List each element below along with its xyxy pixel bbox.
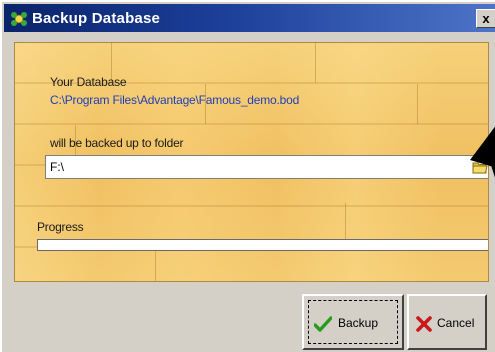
- backup-button-label: Backup: [338, 316, 379, 330]
- cancel-button[interactable]: Cancel: [407, 294, 487, 350]
- backup-button[interactable]: Backup: [302, 294, 404, 350]
- wood-seam: [417, 84, 418, 124]
- pointer-arrow-icon: [470, 126, 495, 178]
- close-button[interactable]: x: [476, 9, 495, 28]
- backup-info-panel: Your Database C:\Program Files\Advantage…: [14, 42, 489, 282]
- app-icon: [11, 12, 27, 26]
- backup-folder-field[interactable]: [45, 155, 488, 179]
- wood-seam: [315, 43, 316, 83]
- checkmark-icon: [314, 316, 332, 332]
- window-title: Backup Database: [32, 10, 161, 27]
- database-path: C:\Program Files\Advantage\Famous_demo.b…: [50, 93, 300, 107]
- backup-database-dialog: Backup Database x Your Database C:\Progr…: [0, 0, 495, 352]
- backup-folder-input[interactable]: [50, 159, 450, 175]
- cancel-button-label: Cancel: [437, 316, 475, 330]
- progress-bar: [37, 239, 488, 251]
- x-icon: [416, 316, 432, 332]
- title-bar[interactable]: Backup Database x: [4, 4, 495, 32]
- progress-label: Progress: [37, 220, 84, 234]
- wood-seam: [345, 203, 346, 243]
- close-icon: x: [482, 11, 490, 26]
- database-label: Your Database: [50, 75, 127, 89]
- folder-label: will be backed up to folder: [50, 136, 184, 150]
